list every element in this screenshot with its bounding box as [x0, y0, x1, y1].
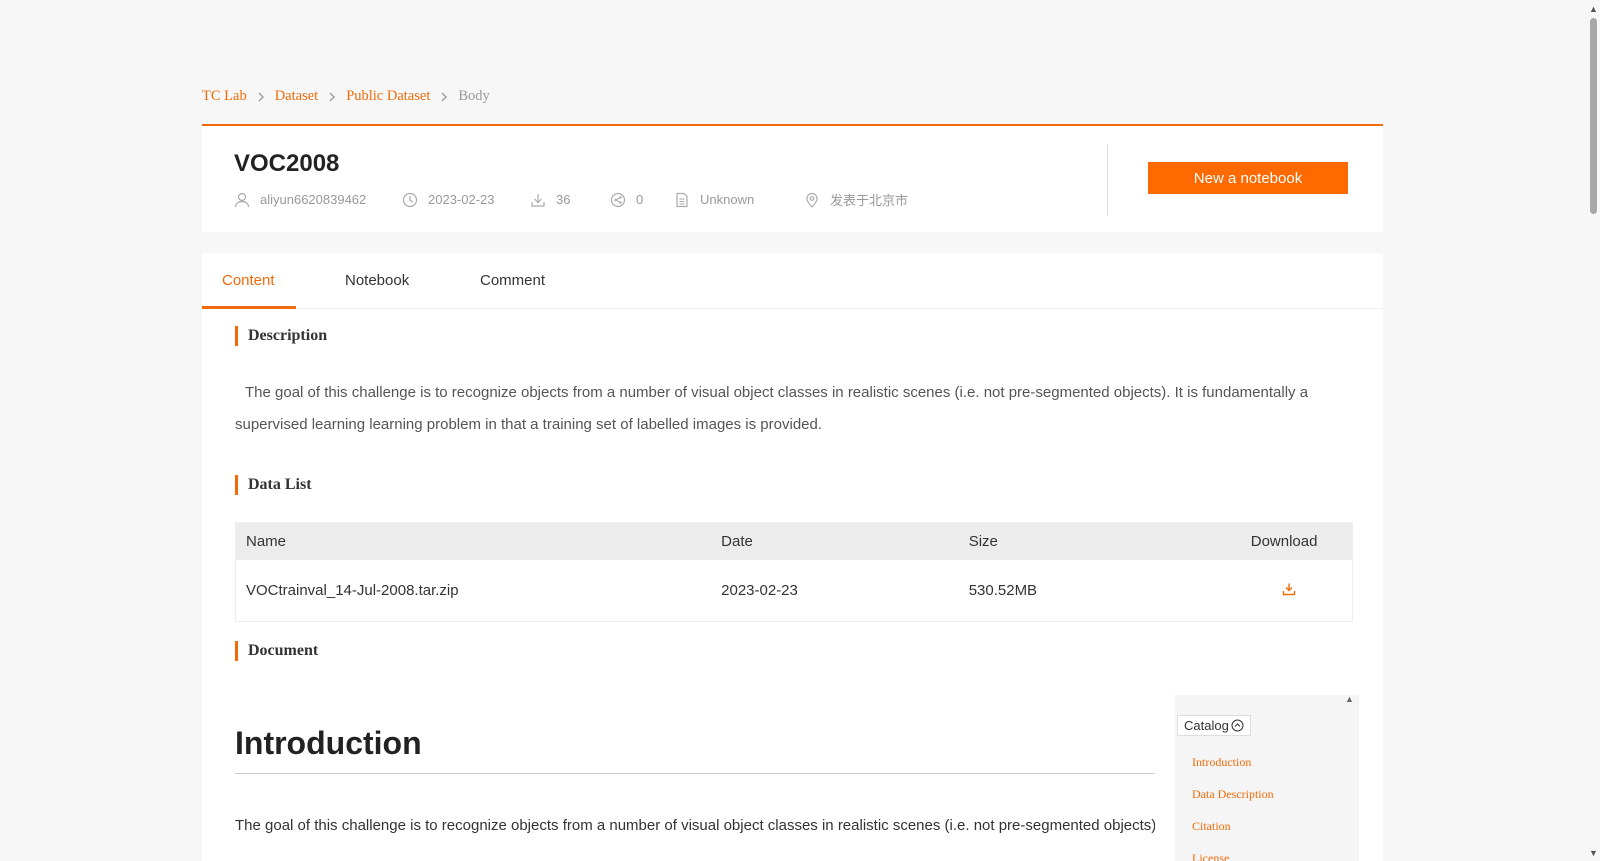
meta-downloads: 36 — [530, 192, 610, 208]
document-icon — [674, 192, 690, 208]
header-size: Size — [968, 533, 998, 550]
document-heading: Document — [235, 641, 318, 661]
header-divider — [1107, 144, 1108, 216]
table-header: Name Date Size Download — [236, 523, 1352, 560]
breadcrumb-dataset[interactable]: Dataset — [275, 88, 318, 105]
chevron-right-icon — [440, 92, 448, 102]
meta-location: 发表于北京市 — [804, 190, 908, 209]
scroll-up-arrow-icon[interactable]: ▲ — [1589, 4, 1598, 14]
header-name: Name — [246, 533, 287, 550]
download-count: 36 — [556, 192, 571, 207]
meta-license: Unknown — [674, 192, 804, 208]
file-size: 530.52MB — [968, 582, 1038, 599]
download-icon[interactable] — [1282, 582, 1296, 600]
scrollbar-thumb[interactable] — [1590, 18, 1597, 214]
user-icon — [234, 192, 250, 208]
catalog-toggle-button[interactable]: Catalog — [1177, 715, 1251, 736]
catalog-item-license[interactable]: License — [1192, 851, 1274, 861]
file-name: VOCtrainval_14-Jul-2008.tar.zip — [246, 582, 459, 599]
fork-count: 0 — [636, 192, 644, 207]
meta-forks: 0 — [610, 192, 674, 208]
heading-rule — [235, 773, 1155, 774]
file-date: 2023-02-23 — [721, 582, 798, 599]
breadcrumb: TC Lab Dataset Public Dataset Body — [202, 88, 490, 105]
clock-icon — [402, 192, 418, 208]
chevron-right-icon — [257, 92, 265, 102]
chevron-up-circle-icon — [1231, 719, 1244, 732]
breadcrumb-body: Body — [458, 88, 490, 104]
location-pin-icon — [804, 192, 820, 208]
new-notebook-button[interactable]: New a notebook — [1148, 162, 1348, 194]
tab-notebook[interactable]: Notebook — [345, 253, 409, 309]
page-scrollbar[interactable]: ▲ ▼ — [1587, 0, 1600, 861]
catalog-panel: Catalog Introduction Data Description Ci… — [1175, 695, 1359, 861]
download-count-icon — [530, 192, 546, 208]
meta-date: 2023-02-23 — [402, 192, 530, 208]
document-body: Introduction The goal of this challenge … — [235, 687, 1359, 861]
dataset-header-card: VOC2008 aliyun6620839462 2023-02-23 36 0… — [202, 124, 1383, 232]
description-text: The goal of this challenge is to recogni… — [235, 384, 1309, 433]
scroll-down-arrow-icon[interactable]: ▼ — [1589, 848, 1598, 858]
catalog-scroll-up-icon[interactable]: ▲ — [1345, 694, 1354, 704]
location-text: 发表于北京市 — [830, 193, 909, 208]
dataset-title: VOC2008 — [234, 150, 340, 177]
breadcrumb-public-dataset[interactable]: Public Dataset — [346, 88, 430, 105]
header-download: Download — [1250, 533, 1318, 550]
data-list-heading: Data List — [235, 475, 312, 495]
catalog-label: Catalog — [1184, 718, 1229, 733]
table-row: VOCtrainval_14-Jul-2008.tar.zip 2023-02-… — [236, 560, 1352, 621]
tab-content[interactable]: Content — [222, 253, 275, 309]
catalog-item-data-description[interactable]: Data Description — [1192, 787, 1274, 819]
content-card: Content Notebook Comment Description The… — [202, 253, 1383, 861]
doc-paragraph: The goal of this challenge is to recogni… — [235, 817, 1155, 834]
chevron-right-icon — [328, 92, 336, 102]
doc-heading-introduction: Introduction — [235, 725, 422, 761]
meta-author: aliyun6620839462 — [234, 192, 402, 208]
download-button[interactable] — [1216, 582, 1352, 600]
data-list-table: Name Date Size Download VOCtrainval_14-J… — [235, 522, 1353, 622]
tab-bar: Content Notebook Comment — [202, 253, 1383, 309]
header-date: Date — [721, 533, 753, 550]
author-name[interactable]: aliyun6620839462 — [260, 192, 366, 207]
license-text: Unknown — [700, 192, 755, 207]
dataset-meta: aliyun6620839462 2023-02-23 36 0 Unknown… — [234, 190, 908, 209]
publish-date: 2023-02-23 — [428, 192, 495, 207]
share-icon — [610, 192, 626, 208]
breadcrumb-tc-lab[interactable]: TC Lab — [202, 88, 247, 105]
catalog-list: Introduction Data Description Citation L… — [1192, 755, 1274, 861]
active-tab-indicator — [202, 306, 296, 309]
tab-comment[interactable]: Comment — [480, 253, 545, 309]
description-heading: Description — [235, 326, 327, 346]
catalog-item-citation[interactable]: Citation — [1192, 819, 1274, 851]
catalog-item-introduction[interactable]: Introduction — [1192, 755, 1274, 787]
